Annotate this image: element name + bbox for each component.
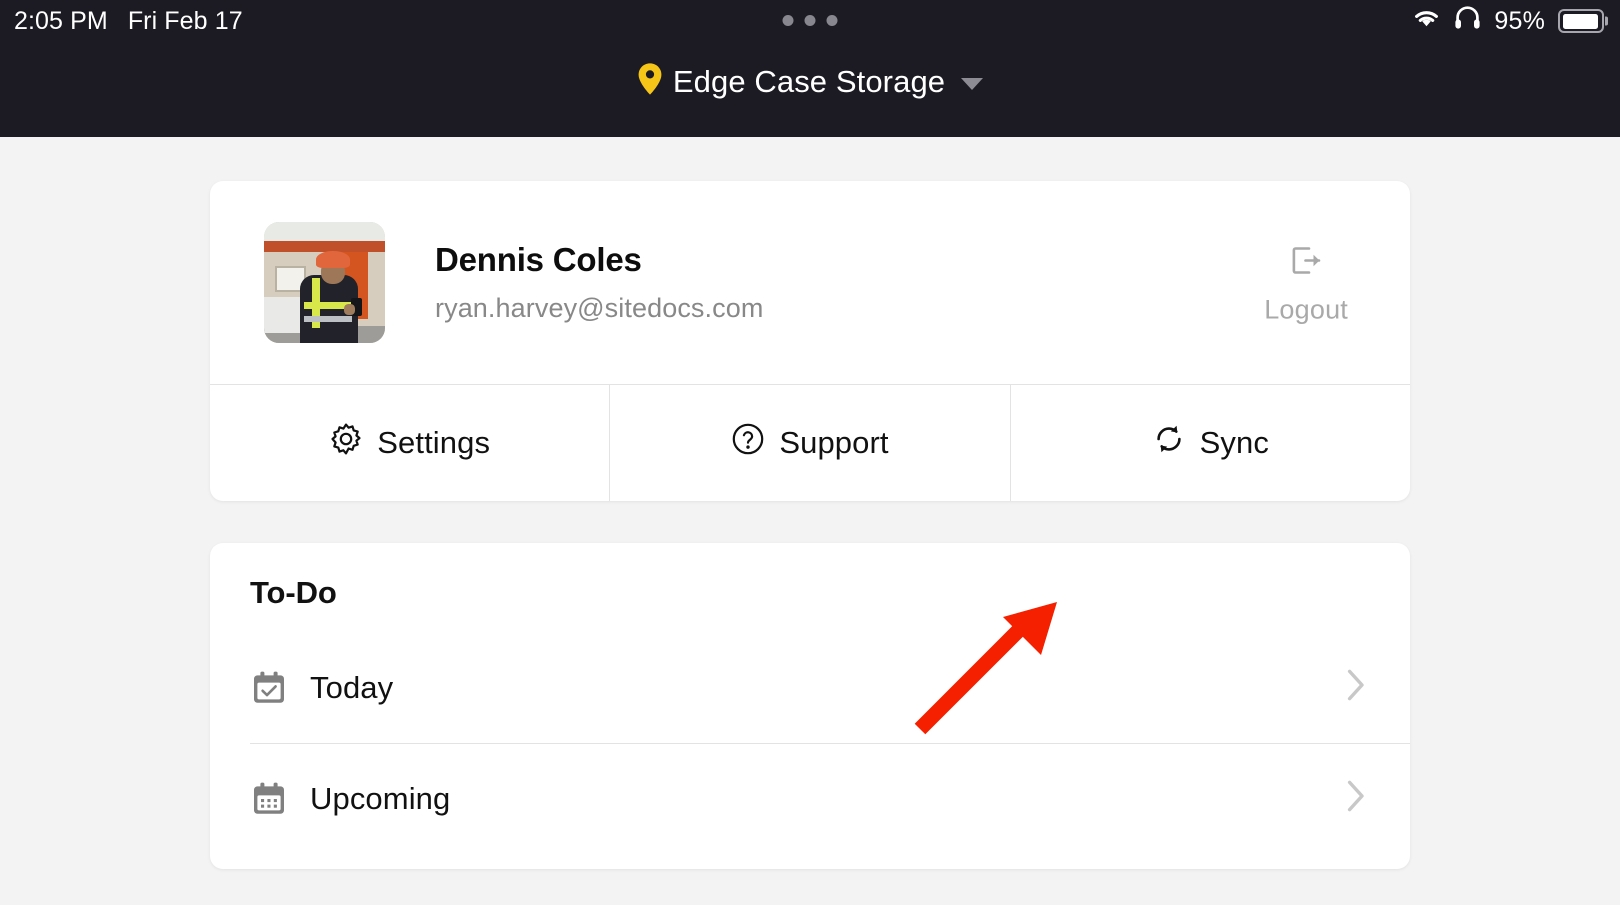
map-pin-icon [637, 62, 663, 101]
refresh-sync-icon [1152, 422, 1186, 464]
user-name: Dennis Coles [435, 241, 642, 278]
profile-identity: Dennis Coles ryan.harvey@sitedocs.com [435, 241, 763, 324]
gear-icon [329, 422, 363, 464]
status-date: Fri Feb 17 [127, 6, 243, 35]
logout-label: Logout [1264, 294, 1348, 324]
chevron-right-icon [1346, 779, 1366, 818]
top-header-bar: 2:05 PM Fri Feb 17 95% Edge Case Storage [0, 0, 1620, 137]
profile-card: Dennis Coles ryan.harvey@sitedocs.com Lo… [210, 181, 1410, 501]
wifi-icon [1412, 7, 1441, 36]
todo-list: Today Upcoming [210, 632, 1410, 854]
logout-button[interactable]: Logout [1264, 240, 1348, 325]
logout-icon [1286, 240, 1326, 285]
todo-title: To-Do [250, 575, 337, 610]
sync-button[interactable]: Sync [1009, 385, 1410, 501]
sync-label: Sync [1199, 425, 1269, 460]
status-bar: 2:05 PM Fri Feb 17 95% [0, 0, 1620, 42]
calendar-check-icon [250, 669, 288, 707]
dot-3 [826, 15, 838, 26]
three-dots-icon [782, 15, 838, 26]
site-selector[interactable]: Edge Case Storage [0, 62, 1620, 101]
dot-1 [782, 15, 794, 26]
headphones-icon [1454, 5, 1481, 37]
question-circle-icon [731, 422, 765, 464]
profile-header: Dennis Coles ryan.harvey@sitedocs.com Lo… [210, 181, 1410, 384]
site-name-label: Edge Case Storage [672, 63, 946, 99]
chevron-down-icon[interactable] [961, 78, 984, 90]
chevron-right-icon [1346, 668, 1366, 707]
settings-button[interactable]: Settings [210, 385, 609, 501]
status-bar-right: 95% [1412, 0, 1604, 42]
main-content: Dennis Coles ryan.harvey@sitedocs.com Lo… [0, 137, 1620, 905]
settings-label: Settings [377, 425, 491, 460]
dot-2 [804, 15, 816, 26]
todo-item-upcoming[interactable]: Upcoming [210, 743, 1410, 854]
todo-item-label: Upcoming [310, 780, 451, 816]
status-time: 2:05 PM [14, 6, 108, 35]
todo-item-today[interactable]: Today [210, 632, 1410, 743]
support-label: Support [779, 425, 889, 460]
user-email: ryan.harvey@sitedocs.com [435, 293, 764, 323]
calendar-dots-icon [250, 780, 288, 818]
support-button[interactable]: Support [609, 385, 1009, 501]
todo-card: To-Do Today Upcoming [210, 543, 1410, 869]
todo-item-label: Today [310, 669, 394, 705]
battery-percent-label: 95% [1494, 6, 1545, 35]
battery-icon [1558, 9, 1604, 33]
quick-actions-row: Settings Support Sync [210, 384, 1410, 501]
avatar [264, 222, 385, 343]
status-bar-left: 2:05 PM Fri Feb 17 [14, 7, 243, 36]
